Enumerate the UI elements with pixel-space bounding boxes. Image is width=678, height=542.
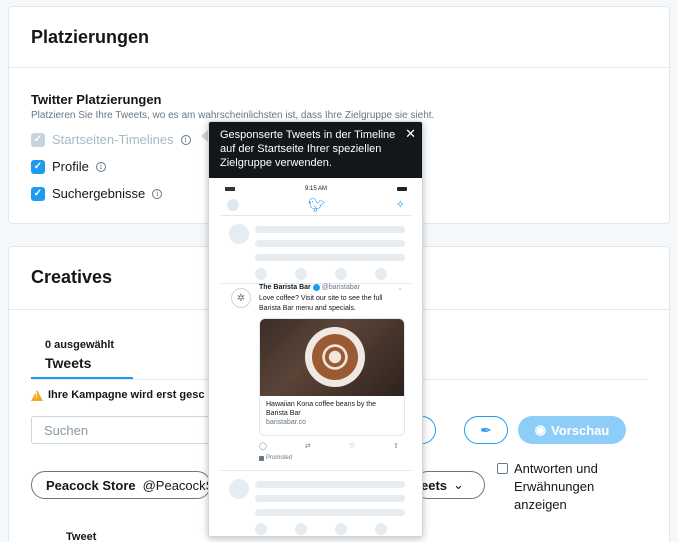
skeleton-action <box>375 523 387 535</box>
skeleton-action <box>375 268 387 280</box>
like-icon: ♡ <box>348 443 356 450</box>
promoted-icon <box>259 455 264 461</box>
option-profiles[interactable]: ✓ Profile i <box>31 159 106 174</box>
skeleton-action <box>295 523 307 535</box>
ad-text: Love coffee? Visit our site to see the f… <box>259 295 383 312</box>
tweet-divider <box>221 470 411 471</box>
skeleton-line <box>255 481 405 488</box>
barista-logo-icon: ✲ <box>231 288 251 308</box>
search-results-checkbox[interactable]: ✓ <box>31 186 45 201</box>
ad-handle: @baristabar <box>321 284 360 291</box>
chevron-down-icon: ⌄ <box>397 285 403 292</box>
account-name: Peacock Store <box>46 477 136 493</box>
twitter-placements-heading: Twitter Platzierungen <box>31 92 162 107</box>
phone-time: 9:15 AM <box>304 186 327 192</box>
retweet-icon: ⇄ <box>304 443 311 450</box>
phone-status-bar: 9:15 AM <box>221 184 411 194</box>
ad-author: The Barista Bar @baristabar <box>259 284 360 291</box>
skeleton-line <box>255 495 405 502</box>
account-handle: @PeacockS <box>142 477 211 493</box>
tab-tweets[interactable]: Tweets <box>45 355 91 371</box>
home-timelines-checkbox[interactable]: ✓ <box>31 132 45 147</box>
sparkle-icon: ✧ <box>395 199 405 211</box>
creatives-title: Creatives <box>31 267 113 287</box>
twitter-bird-icon: 🐦︎ <box>308 197 326 213</box>
search-results-label: Suchergebnisse <box>52 186 146 201</box>
verified-icon <box>312 284 320 291</box>
placements-description: Platzieren Sie Ihre Tweets, wo es am wah… <box>31 110 435 121</box>
skeleton-avatar <box>229 479 249 499</box>
show-replies-label: Antworten und Erwähnungen anzeigen <box>514 461 598 512</box>
skeleton-line <box>255 240 405 247</box>
skeleton-action <box>335 523 347 535</box>
feather-icon: ✒ <box>480 421 492 438</box>
phone-mockup: 9:15 AM 🐦︎ ✧ ✲ The Barista Bar @baristab… <box>221 184 411 535</box>
chevron-down-icon: ⌄ <box>453 477 464 492</box>
card-title: Hawaiian Kona coffee beans by the Barist… <box>266 401 377 417</box>
tweet-filter-dropdown[interactable]: eets ⌄ <box>414 471 485 499</box>
ad-link-card: Hawaiian Kona coffee beans by the Barist… <box>259 318 405 436</box>
signal-icon <box>225 187 235 191</box>
active-tab-indicator <box>31 377 133 379</box>
placements-divider <box>9 67 669 68</box>
eye-icon: ◉ <box>534 422 547 437</box>
info-icon[interactable]: i <box>180 134 191 145</box>
phone-nav-bar: 🐦︎ ✧ <box>221 194 411 216</box>
tab-selected-count: 0 ausgewählt <box>45 339 115 351</box>
card-url: baristabar.co <box>266 419 307 426</box>
filter-label: eets <box>421 477 448 493</box>
placements-title: Platzierungen <box>31 27 150 47</box>
tweet-actions: ◯ ⇄ ♡ ⇧ <box>259 442 399 450</box>
preview-label: Vorschau <box>551 422 610 438</box>
home-timelines-label: Startseiten-Timelines <box>52 132 174 147</box>
column-header-tweet: Tweet <box>66 531 97 542</box>
show-replies-checkbox[interactable] <box>497 463 508 474</box>
close-icon[interactable]: ✕ <box>405 126 416 142</box>
skeleton-avatar <box>229 224 249 244</box>
promoted-tweet: ✲ The Barista Bar @baristabar ⌄ Love cof… <box>221 280 411 468</box>
account-selector[interactable]: Peacock Store @PeacockS <box>31 471 211 499</box>
reply-icon: ◯ <box>259 443 267 450</box>
skeleton-line <box>255 509 405 516</box>
popup-text: Gesponserte Tweets in der Timeline auf d… <box>220 129 396 169</box>
option-search-results[interactable]: ✓ Suchergebnisse i <box>31 186 163 201</box>
popup-header: Gesponserte Tweets in der Timeline auf d… <box>209 122 422 178</box>
skeleton-action <box>255 268 267 280</box>
battery-icon <box>396 187 407 191</box>
coffee-image <box>260 319 404 396</box>
skeleton-line <box>255 254 405 261</box>
share-icon: ⇧ <box>393 443 399 450</box>
promoted-label: Promoted <box>259 455 292 461</box>
show-replies-option[interactable]: Antworten und Erwähnungen anzeigen <box>497 460 614 514</box>
profiles-checkbox[interactable]: ✓ <box>31 159 45 174</box>
profiles-label: Profile <box>52 159 89 174</box>
skeleton-action <box>255 523 267 535</box>
campaign-warning: ! Ihre Kampagne wird erst gesc <box>31 389 205 401</box>
compose-tweet-button[interactable]: ✒ <box>464 416 508 444</box>
skeleton-action <box>295 268 307 280</box>
avatar <box>227 199 239 211</box>
placement-preview-popup: Gesponserte Tweets in der Timeline auf d… <box>208 121 423 537</box>
preview-button[interactable]: ◉ Vorschau <box>518 416 626 444</box>
skeleton-line <box>255 226 405 233</box>
warning-text: Ihre Kampagne wird erst gesc <box>48 389 205 401</box>
ad-name: The Barista Bar <box>259 284 311 291</box>
info-icon[interactable]: i <box>95 161 106 172</box>
info-icon[interactable]: i <box>152 188 163 199</box>
option-home-timelines[interactable]: ✓ Startseiten-Timelines i <box>31 132 191 147</box>
warning-icon: ! <box>31 389 43 401</box>
skeleton-action <box>335 268 347 280</box>
search-input[interactable]: Suchen <box>31 416 221 444</box>
